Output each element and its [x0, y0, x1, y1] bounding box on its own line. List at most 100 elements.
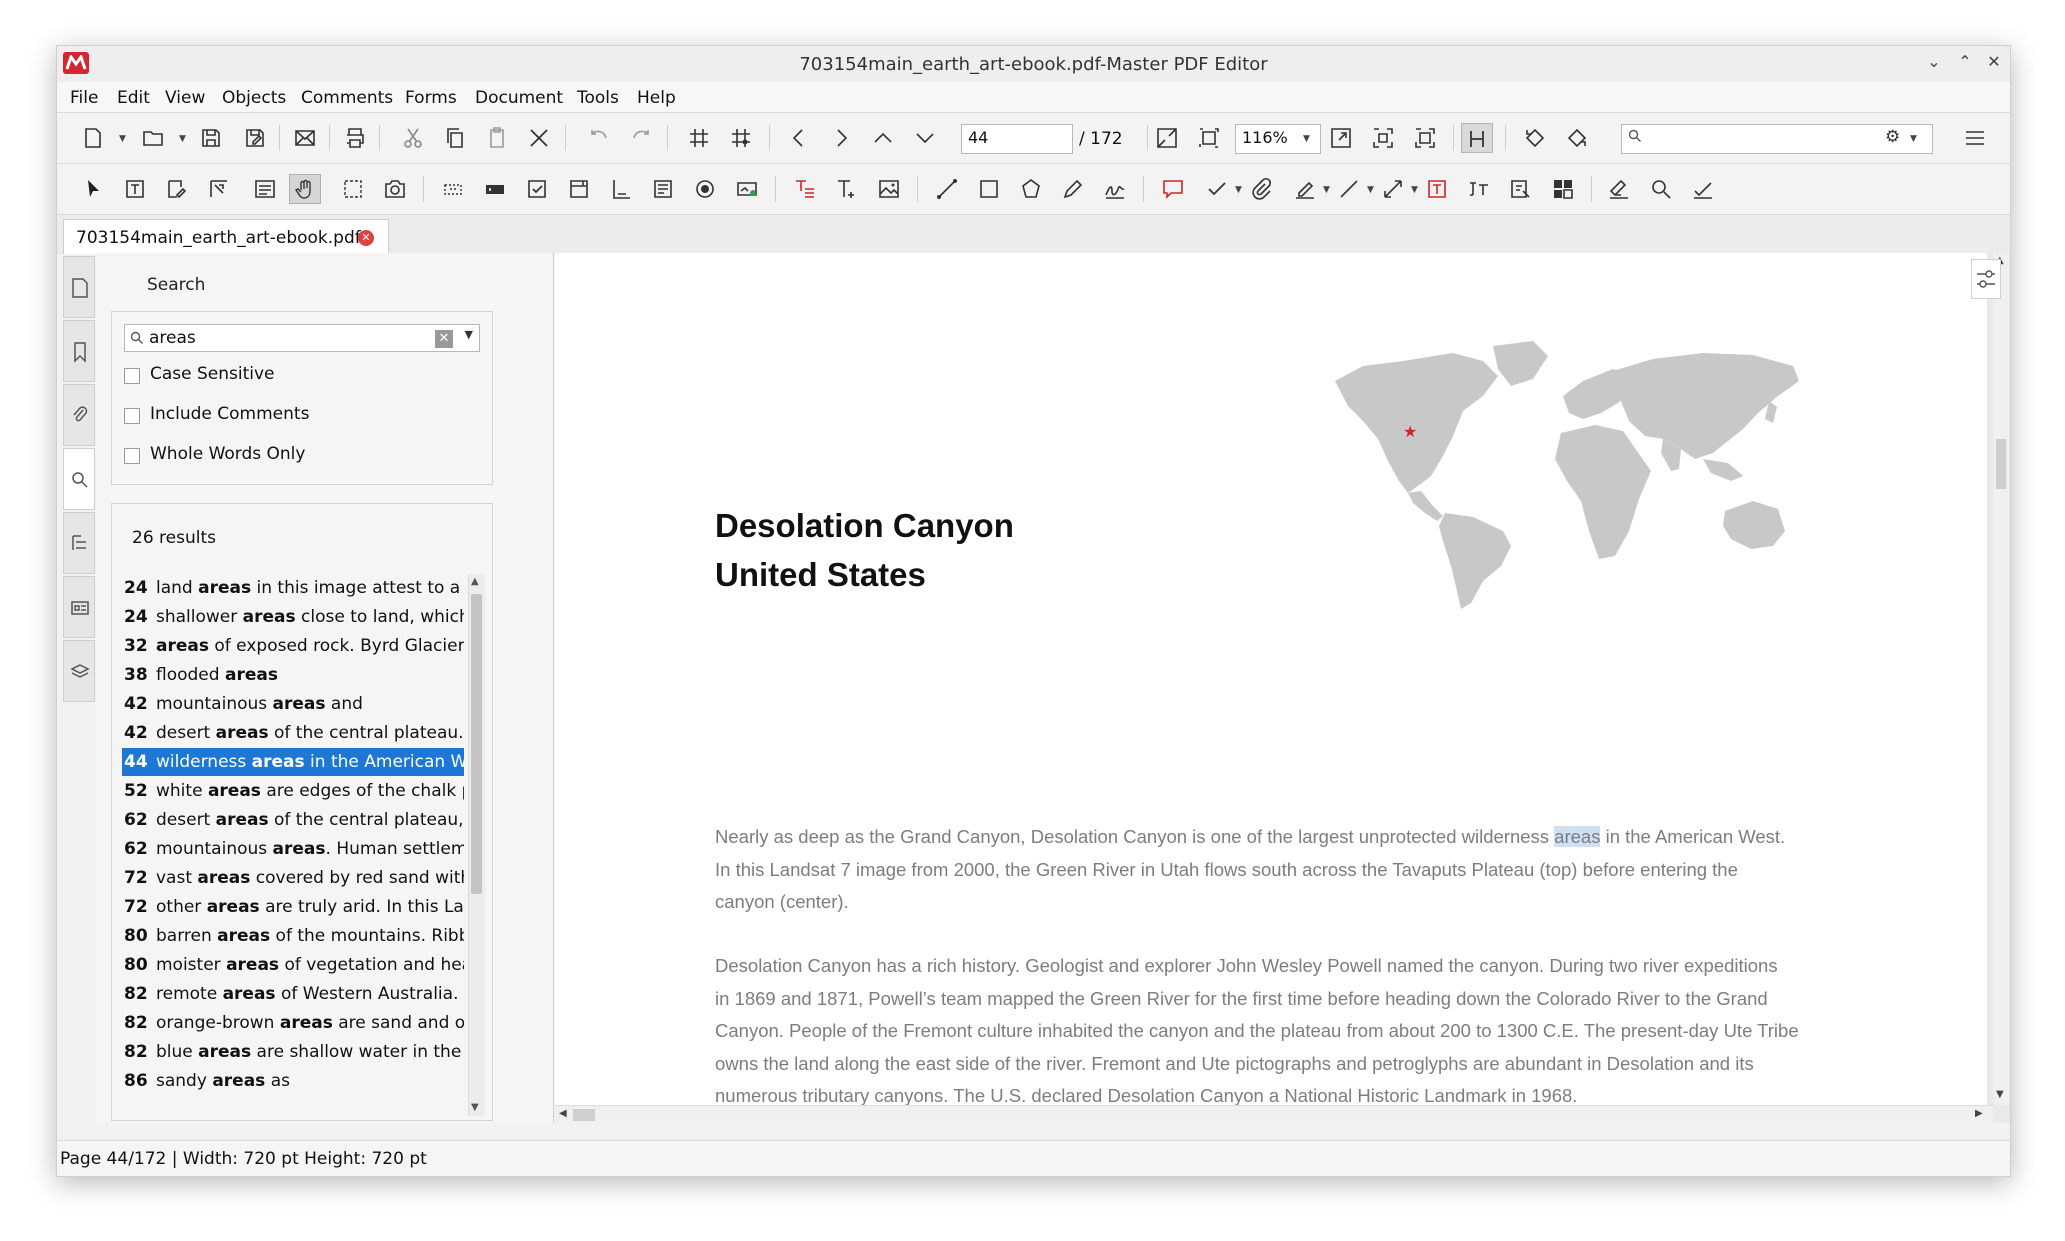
pages-panel-tab[interactable]: [63, 256, 95, 318]
menu-help[interactable]: Help: [637, 88, 676, 108]
highlight-icon[interactable]: [1293, 177, 1317, 201]
line-dropdown-icon[interactable]: ▼: [1367, 185, 1374, 195]
menu-file[interactable]: File: [70, 88, 98, 108]
previous-page-icon[interactable]: [787, 126, 811, 150]
redact-icon[interactable]: [1509, 177, 1533, 201]
form-listbox-icon[interactable]: [609, 177, 633, 201]
save-as-icon[interactable]: [243, 126, 267, 150]
line-tool-icon[interactable]: [935, 177, 959, 201]
menu-forms[interactable]: Forms: [405, 88, 457, 108]
search-history-dropdown-icon[interactable]: ▼: [465, 328, 473, 341]
grid-icon[interactable]: [687, 126, 711, 150]
search-settings-dropdown-icon[interactable]: ▼: [1910, 134, 1917, 144]
page-number-input[interactable]: 44: [961, 124, 1073, 154]
edit-forms-icon[interactable]: [207, 177, 231, 201]
arrow-line-icon[interactable]: [1337, 177, 1361, 201]
result-row[interactable]: 86 sandy areas as: [122, 1067, 464, 1095]
result-row[interactable]: 82 blue areas are shallow water in the we: [122, 1038, 464, 1066]
hamburger-menu-icon[interactable]: [1963, 126, 1987, 150]
redo-icon[interactable]: [629, 126, 653, 150]
stamp-check-icon[interactable]: [1205, 177, 1229, 201]
undo-icon[interactable]: [587, 126, 611, 150]
email-icon[interactable]: [293, 126, 317, 150]
rectangle-tool-icon[interactable]: [977, 177, 1001, 201]
text-select-icon[interactable]: [253, 177, 277, 201]
form-button-icon[interactable]: [441, 177, 465, 201]
typewriter-icon[interactable]: [1425, 177, 1449, 201]
measure-dropdown-icon[interactable]: ▼: [1411, 185, 1418, 195]
marquee-zoom-icon[interactable]: [341, 177, 365, 201]
fit-width-icon[interactable]: [1329, 126, 1353, 150]
menu-view[interactable]: View: [165, 88, 205, 108]
spellcheck-icon[interactable]: [1691, 177, 1715, 201]
next-page-icon[interactable]: [829, 126, 853, 150]
close-tab-icon[interactable]: ✕: [358, 230, 374, 246]
maximize-icon[interactable]: ⌃: [1954, 51, 1976, 73]
edit-text-icon[interactable]: [123, 177, 147, 201]
hand-tool-icon[interactable]: [289, 174, 321, 204]
menu-edit[interactable]: Edit: [117, 88, 150, 108]
form-radio-icon[interactable]: [693, 177, 717, 201]
search-tool-icon[interactable]: [1649, 177, 1673, 201]
search-settings-gear-icon[interactable]: ⚙: [1885, 127, 1900, 147]
result-row[interactable]: 62 desert areas of the central plateau, w…: [122, 806, 464, 834]
result-row[interactable]: 52 white areas are edges of the chalk pla: [122, 777, 464, 805]
minimize-icon[interactable]: ⌄: [1923, 51, 1945, 73]
document-horizontal-scrollbar[interactable]: ◀ ▶: [555, 1105, 1993, 1124]
result-row[interactable]: 24 shallower areas close to land, which a: [122, 603, 464, 631]
result-row[interactable]: 24 land areas in this image attest to a l…: [122, 574, 464, 602]
add-text-icon[interactable]: [793, 177, 817, 201]
cut-icon[interactable]: [401, 126, 425, 150]
highlight-dropdown-icon[interactable]: ▼: [1323, 185, 1330, 195]
edit-object-icon[interactable]: [165, 177, 189, 201]
first-page-icon[interactable]: [871, 126, 895, 150]
print-icon[interactable]: [343, 126, 367, 150]
fit-page-icon[interactable]: [1155, 126, 1179, 150]
signature-tool-icon[interactable]: [1103, 177, 1127, 201]
select-arrow-icon[interactable]: [81, 177, 105, 201]
result-row[interactable]: 82 remote areas of Western Australia.: [122, 980, 464, 1008]
attachments-panel-tab[interactable]: [63, 384, 95, 446]
eraser-icon[interactable]: [1607, 177, 1631, 201]
document-tab[interactable]: 703154main_earth_art-ebook.pdf ✕: [63, 219, 389, 254]
menu-comments[interactable]: Comments: [301, 88, 393, 108]
open-dropdown-icon[interactable]: ▼: [179, 134, 186, 144]
search-query-input[interactable]: areas ✕ ▼: [124, 324, 480, 352]
insert-image-icon[interactable]: [877, 177, 901, 201]
stamp-dropdown-icon[interactable]: ▼: [1235, 185, 1242, 195]
organize-pages-icon[interactable]: [1551, 177, 1575, 201]
results-scrollbar[interactable]: ▲ ▼: [468, 574, 485, 1116]
menu-document[interactable]: Document: [475, 88, 563, 108]
search-panel-tab[interactable]: [63, 448, 95, 510]
zoom-dropdown-icon[interactable]: ▼: [1303, 134, 1310, 144]
rotate-left-icon[interactable]: [1523, 126, 1547, 150]
include-comments-checkbox[interactable]: [124, 408, 140, 424]
result-row[interactable]: 72 vast areas covered by red sand withou: [122, 864, 464, 892]
result-row[interactable]: 82 orange-brown areas are sand and out: [122, 1009, 464, 1037]
snapshot-camera-icon[interactable]: [383, 177, 407, 201]
text-box-icon[interactable]: [1467, 177, 1491, 201]
whole-words-checkbox[interactable]: [124, 448, 140, 464]
form-checkbox-icon[interactable]: [525, 177, 549, 201]
new-document-icon[interactable]: [81, 126, 105, 150]
bookmarks-panel-tab[interactable]: [63, 320, 95, 382]
open-folder-icon[interactable]: [141, 126, 165, 150]
copy-icon[interactable]: [443, 126, 467, 150]
form-list-icon[interactable]: [651, 177, 675, 201]
pencil-tool-icon[interactable]: [1061, 177, 1085, 201]
rotate-right-icon[interactable]: [1565, 126, 1589, 150]
menu-objects[interactable]: Objects: [222, 88, 286, 108]
result-row[interactable]: 38 flooded areas: [122, 661, 464, 689]
structure-panel-tab[interactable]: [63, 512, 95, 574]
form-textfield-icon[interactable]: [483, 177, 507, 201]
result-row[interactable]: 32 areas of exposed rock. Byrd Glacier is: [122, 632, 464, 660]
paste-icon[interactable]: [485, 126, 509, 150]
save-icon[interactable]: [199, 126, 223, 150]
layers-panel-tab[interactable]: [63, 640, 95, 702]
result-row[interactable]: 42 desert areas of the central plateau. T…: [122, 719, 464, 747]
actual-size-icon[interactable]: [1197, 126, 1221, 150]
polygon-tool-icon[interactable]: [1019, 177, 1043, 201]
snap-grid-icon[interactable]: [729, 126, 753, 150]
properties-panel-toggle[interactable]: [1971, 259, 2001, 299]
clear-search-icon[interactable]: ✕: [435, 330, 453, 348]
